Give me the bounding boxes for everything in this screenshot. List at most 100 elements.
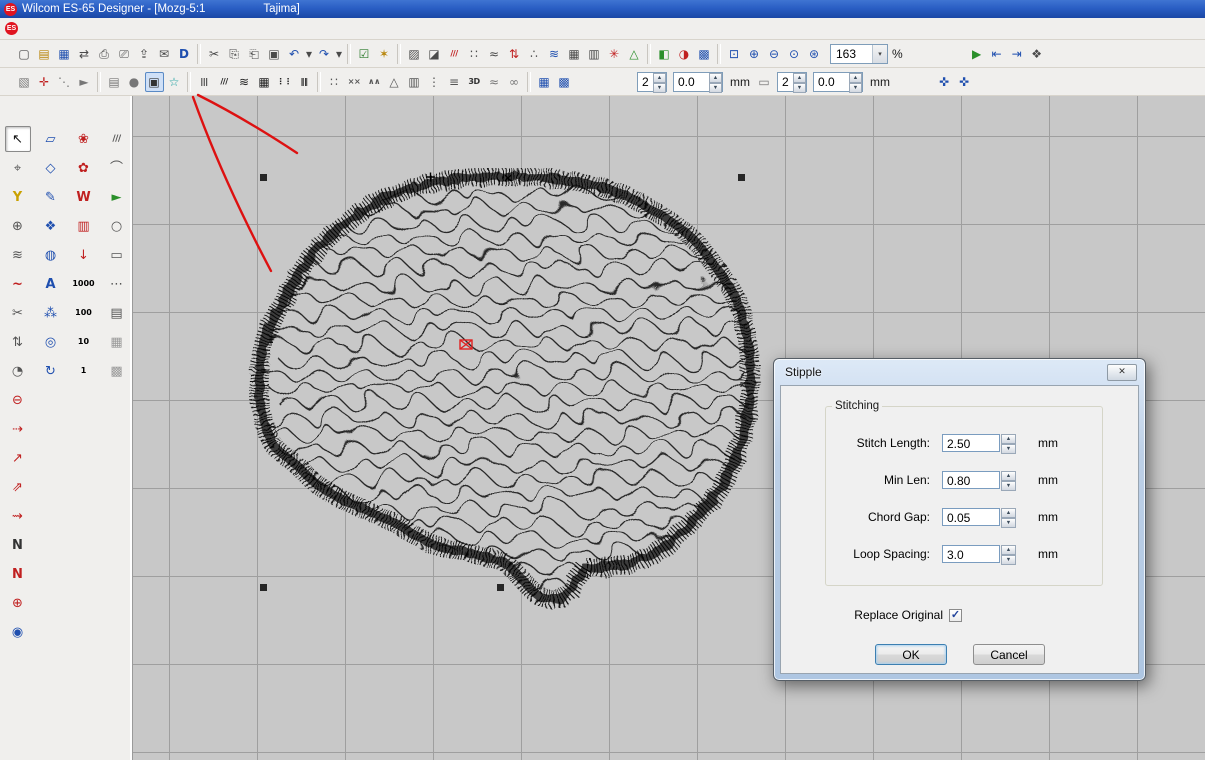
add-point-tool[interactable]: ⊕ [5, 590, 31, 616]
selection-handle[interactable] [260, 174, 267, 181]
zigzag-arrow-tool[interactable]: ⇝ [5, 503, 31, 529]
slow-redraw-icon[interactable]: ▶ [967, 44, 986, 64]
print-icon[interactable]: ⎙ [95, 44, 114, 64]
cancel-button[interactable]: Cancel [973, 644, 1045, 665]
gradient-fill-icon[interactable]: ▥ [585, 44, 604, 64]
menu-view[interactable] [55, 27, 71, 31]
field-spinner[interactable]: ▲▼ [1001, 508, 1016, 526]
stitch-arrow-tool[interactable]: ↗ [5, 445, 31, 471]
grid-spacing2-input[interactable]: 0.0 ▲▼ [813, 72, 863, 92]
magic-wand-icon[interactable]: ✶ [375, 44, 394, 64]
undo-dropdown-icon[interactable]: ▾ [305, 44, 314, 64]
overlap-icon[interactable]: ❖ [1027, 44, 1046, 64]
insert-design-icon[interactable]: ▣ [265, 44, 284, 64]
star-fill-icon[interactable]: ✳ [605, 44, 624, 64]
flower-motif-icon[interactable]: ❀ [71, 126, 97, 152]
mail-icon[interactable]: ✉ [155, 44, 174, 64]
steps-icon[interactable]: ▦ [104, 329, 130, 355]
zoom-1to1-icon[interactable]: ⊙ [785, 44, 804, 64]
satin-wave-icon[interactable]: ≋ [235, 72, 254, 92]
travel-1000-tool[interactable]: 1000 [71, 271, 97, 297]
new-icon[interactable]: ▢ [15, 44, 34, 64]
show-bitmap-icon[interactable]: ▧ [15, 72, 34, 92]
stitch-arrow2-tool[interactable]: ⇗ [5, 474, 31, 500]
satin-grid-icon[interactable]: ▦ [255, 72, 274, 92]
grid-snap-icon[interactable]: ▩ [555, 72, 574, 92]
circle-tool[interactable]: ⊕ [5, 213, 31, 239]
menu-insert[interactable] [71, 27, 87, 31]
scissors-tool[interactable]: ✂ [5, 300, 31, 326]
branch-tool[interactable]: Y [5, 184, 31, 210]
motif-run-icon[interactable]: ∷ [465, 44, 484, 64]
rotate-tool[interactable]: ↻ [38, 358, 64, 384]
grid-size-icon[interactable]: ▭ [755, 72, 774, 92]
selection-handle[interactable] [260, 584, 267, 591]
underlay-icon[interactable]: ≡ [445, 72, 464, 92]
open-icon[interactable]: ▤ [35, 44, 54, 64]
grid-fill-icon[interactable]: ▦ [565, 44, 584, 64]
menu-edit[interactable] [39, 27, 55, 31]
redo-dropdown-icon[interactable]: ▾ [335, 44, 344, 64]
window-titlebar[interactable]: ES Wilcom ES-65 Designer - [Mozg-5:1 Taj… [0, 0, 1205, 18]
select-tool[interactable]: ↖ [5, 126, 31, 152]
embroidery-design[interactable] [245, 168, 765, 618]
zoom-level-combo[interactable]: 163 ▾ [830, 44, 888, 64]
run-stitch-tool[interactable]: ⋯ [104, 271, 130, 297]
menu-arrange[interactable] [119, 27, 135, 31]
node-edit-tool[interactable]: N [5, 532, 31, 558]
zoom-in-icon[interactable]: ⊕ [745, 44, 764, 64]
spinner-buttons[interactable]: ▲▼ [793, 73, 806, 91]
stitch-list-icon[interactable]: ▤ [105, 72, 124, 92]
dialog-close-button[interactable]: ✕ [1107, 364, 1137, 381]
cut-icon[interactable]: ✂ [205, 44, 224, 64]
travel-end-icon[interactable]: ⇥ [1007, 44, 1026, 64]
menu-window[interactable] [167, 27, 183, 31]
applique-icon[interactable]: △ [625, 44, 644, 64]
monogram-tool[interactable]: ⁂ [38, 300, 64, 326]
grid-spacing-input[interactable]: 0.0 ▲▼ [673, 72, 723, 92]
dashed-run-tool[interactable]: ⇢ [5, 416, 31, 442]
menu-help[interactable] [183, 27, 199, 31]
spinner-buttons[interactable]: ▲▼ [653, 73, 666, 91]
auto-digitize-icon[interactable]: ☑ [355, 44, 374, 64]
combo-dropdown-icon[interactable]: ▾ [872, 45, 887, 63]
stitch-co-icon[interactable]: ● [125, 72, 144, 92]
digitize-run-tool[interactable]: ✎ [38, 184, 64, 210]
center-design-icon[interactable]: ✜ [955, 72, 974, 92]
motif-b-icon[interactable]: ×× [345, 72, 364, 92]
replace-original-checkbox[interactable]: ✓ [949, 609, 962, 622]
globe-tool[interactable]: ◍ [38, 242, 64, 268]
show-connectors-icon[interactable]: ⋱ [55, 72, 74, 92]
contour-stitch-icon[interactable]: ≋ [545, 44, 564, 64]
color-wheel-icon[interactable]: ◑ [675, 44, 694, 64]
zoom-box-icon[interactable]: ⊡ [725, 44, 744, 64]
menu-image[interactable] [135, 27, 151, 31]
show-functions-icon[interactable]: ► [75, 72, 94, 92]
spinner-buttons[interactable]: ▲▼ [709, 73, 722, 91]
travel-1-tool[interactable]: 1 [71, 358, 97, 384]
menu-machine[interactable] [151, 27, 167, 31]
squiggle-tool[interactable]: N [5, 561, 31, 587]
menu-stitch[interactable] [87, 27, 103, 31]
menu-file[interactable] [23, 27, 39, 31]
rings-icon[interactable]: ∞ [505, 72, 524, 92]
column-tool[interactable]: ▥ [71, 213, 97, 239]
selection-handle[interactable] [738, 174, 745, 181]
field-spinner[interactable]: ▲▼ [1001, 434, 1016, 452]
closed-shape-tool[interactable]: ◇ [38, 155, 64, 181]
wheel-tool[interactable]: ◎ [38, 329, 64, 355]
stitch-edit-tool[interactable]: ~ [5, 271, 31, 297]
stipple-backstitch-icon[interactable]: ☆ [165, 72, 184, 92]
motif-a-icon[interactable]: ∷ [325, 72, 344, 92]
fan-tool[interactable]: ◔ [5, 358, 31, 384]
travel-start-icon[interactable]: ⇤ [987, 44, 1006, 64]
ok-button[interactable]: OK [875, 644, 947, 665]
motif-f-icon[interactable]: ⋮ [425, 72, 444, 92]
zigzag-stitch-icon[interactable]: /// [445, 44, 464, 64]
ellipse-tool[interactable]: ○ [104, 213, 130, 239]
redo-icon[interactable]: ↷ [315, 44, 334, 64]
lettering-tool[interactable]: A [38, 271, 64, 297]
save-icon[interactable]: ▦ [55, 44, 74, 64]
freehand-select-tool[interactable]: ⌖ [5, 155, 31, 181]
updown-travel-tool[interactable]: ⇅ [5, 329, 31, 355]
